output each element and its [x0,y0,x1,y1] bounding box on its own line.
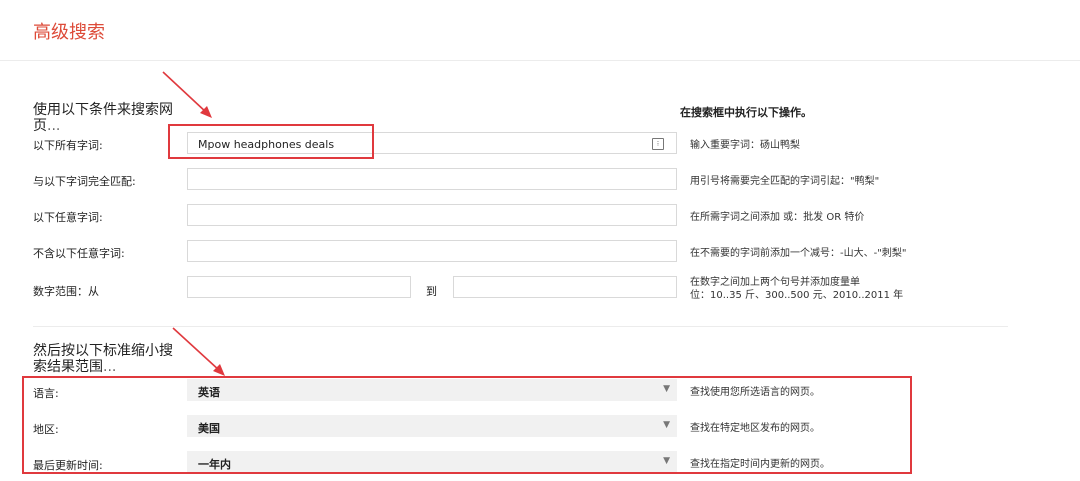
red-arrow-icon [162,71,212,118]
annotation-arrows [162,71,225,376]
red-arrow-icon [172,327,225,376]
